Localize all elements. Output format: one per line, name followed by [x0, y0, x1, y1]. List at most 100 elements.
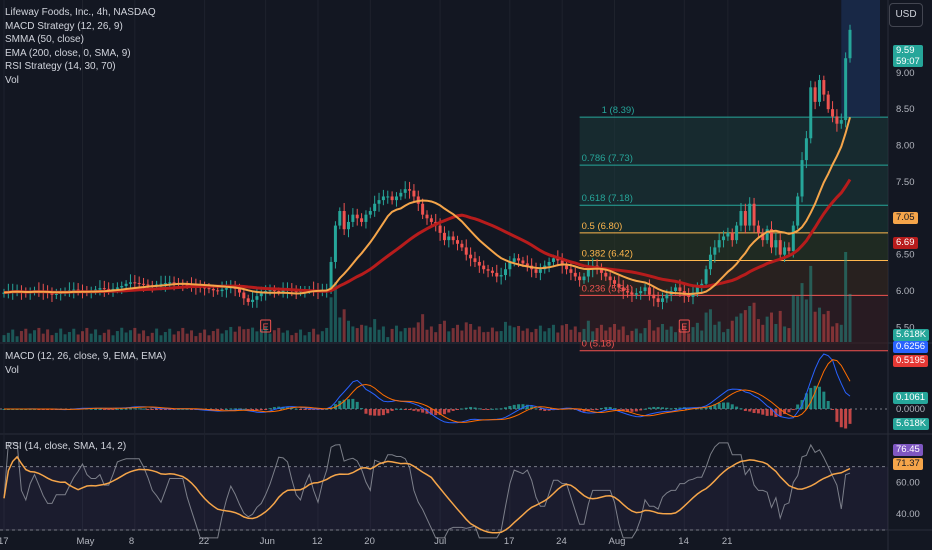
candle-body	[813, 87, 817, 102]
volume-bar	[203, 329, 207, 342]
volume-bar	[242, 329, 246, 342]
volume-bar	[617, 329, 621, 342]
volume-bar	[11, 329, 15, 342]
volume-bar	[774, 324, 778, 342]
candle-body	[804, 138, 808, 161]
fib-level-label: 0.618 (7.18)	[582, 193, 633, 204]
candle-body	[251, 299, 255, 302]
volume-bar	[813, 311, 817, 342]
candle-body	[774, 240, 778, 248]
fib-level-label: 0.5 (6.80)	[582, 221, 623, 232]
macd-histogram-bar	[307, 409, 311, 410]
volume-bar	[482, 332, 486, 342]
candle-body	[211, 288, 215, 291]
candle-body	[368, 211, 372, 215]
volume-bar	[394, 325, 398, 342]
volume-bar	[159, 335, 163, 342]
macd-histogram-bar	[739, 408, 743, 410]
macd-histogram-bar	[355, 401, 359, 409]
candle-body	[216, 290, 220, 292]
candle-body	[634, 293, 638, 295]
volume-bar	[613, 324, 617, 342]
time-tick-label: 20	[364, 536, 375, 547]
volume-bar	[704, 312, 708, 342]
macd-histogram-bar	[722, 402, 726, 409]
candle-body	[665, 294, 669, 299]
volume-bar	[595, 328, 599, 342]
macd-histogram-bar	[128, 408, 132, 410]
candle-body	[569, 269, 573, 273]
volume-bar	[15, 336, 19, 342]
macd-histogram-bar	[748, 409, 752, 412]
time-tick-label: Aug	[609, 536, 626, 547]
macd-histogram-bar	[512, 404, 516, 409]
volume-bar	[146, 336, 150, 342]
candle-body	[695, 287, 699, 293]
macd-histogram-bar	[237, 408, 241, 410]
volume-bar	[473, 329, 477, 342]
macd-histogram-bar	[595, 409, 599, 410]
macd-histogram-bar	[460, 408, 464, 410]
macd-histogram-bar	[137, 408, 141, 410]
volume-bar	[543, 331, 547, 342]
volume-bar	[647, 319, 651, 342]
candle-body	[390, 196, 394, 201]
macd-histogram-bar	[761, 409, 765, 415]
earnings-event-label: E	[681, 322, 687, 332]
candle-body	[621, 287, 625, 292]
candle-body	[826, 94, 830, 110]
rsi-tick-label: 40.00	[896, 509, 920, 520]
legend-vol[interactable]: Vol	[5, 74, 156, 88]
candle-body	[565, 265, 569, 270]
volume-bar	[351, 326, 355, 342]
volume-bar	[307, 332, 311, 342]
volume-bar	[168, 328, 172, 342]
volume-bar	[403, 328, 407, 342]
candle-body	[115, 287, 119, 289]
candle-body	[800, 160, 804, 197]
volume-bar	[438, 324, 442, 342]
legend-smma[interactable]: SMMA (50, close)	[5, 33, 156, 47]
volume-bar	[111, 335, 115, 342]
currency-button[interactable]: USD	[889, 3, 923, 27]
legend-macd-strategy[interactable]: MACD Strategy (12, 26, 9)	[5, 20, 156, 34]
candle-body	[142, 283, 146, 285]
volume-bar	[460, 330, 464, 342]
legend-symbol-title[interactable]: Lifeway Foods, Inc., 4h, NASDAQ	[5, 6, 156, 20]
time-tick-label: 12	[312, 536, 323, 547]
candle-body	[54, 293, 58, 295]
volume-bar	[360, 324, 364, 342]
volume-bar	[547, 328, 551, 342]
volume-bar	[233, 331, 237, 342]
volume-bar	[687, 333, 691, 342]
legend-macd-vol[interactable]: Vol	[5, 364, 166, 378]
candle-body	[495, 272, 499, 277]
volume-bar	[503, 321, 507, 342]
volume-bar	[329, 297, 333, 342]
macd-histogram-bar	[643, 408, 647, 410]
volume-bar	[85, 327, 89, 342]
volume-bar	[429, 326, 433, 342]
legend-rsi-strategy[interactable]: RSI Strategy (14, 30, 70)	[5, 60, 156, 74]
time-tick-label: May	[76, 536, 94, 547]
candle-body	[168, 282, 172, 284]
legend-macd[interactable]: MACD (12, 26, close, 9, EMA, EMA)	[5, 350, 166, 364]
price-countdown: 59:07	[896, 56, 920, 67]
candle-body	[604, 272, 608, 277]
legend-ema[interactable]: EMA (200, close, 0, SMA, 9)	[5, 47, 156, 61]
candle-body	[207, 288, 211, 290]
volume-bar	[469, 324, 473, 342]
candle-body	[246, 298, 250, 302]
volume-bar	[451, 328, 455, 342]
volume-bar	[464, 322, 468, 342]
volume-bar	[72, 328, 76, 342]
candle-body	[128, 282, 132, 284]
candle-body	[551, 258, 555, 262]
candle-body	[137, 283, 141, 285]
macd-histogram-bar	[469, 406, 473, 409]
candle-body	[394, 196, 398, 201]
candle-body	[538, 269, 542, 273]
macd-histogram-bar	[617, 409, 621, 410]
candle-body	[534, 269, 538, 273]
legend-rsi[interactable]: RSI (14, close, SMA, 14, 2)	[5, 440, 126, 454]
